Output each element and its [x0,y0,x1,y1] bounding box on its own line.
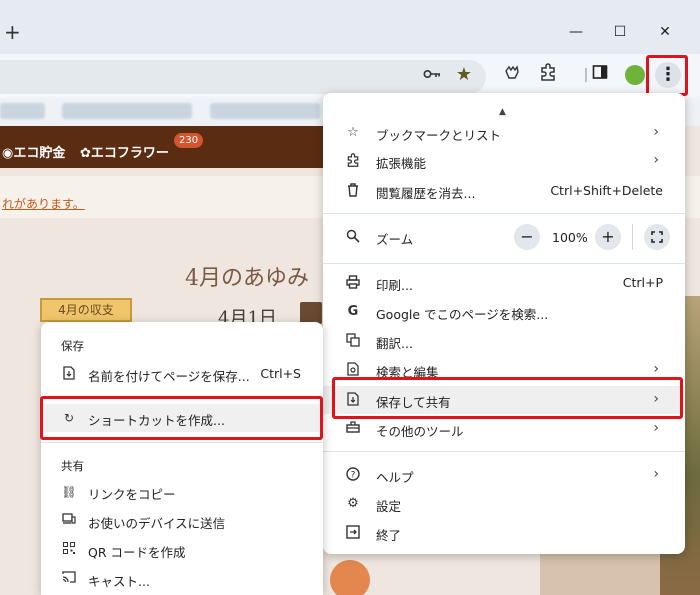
cast-icon [61,571,77,587]
notice-link[interactable]: れがあります。 [2,195,85,212]
menu-item-more-tools[interactable]: その他のツール › [323,415,685,443]
maximize-button[interactable]: ☐ [610,22,630,42]
calendar-icon[interactable] [300,302,322,324]
title-bar [0,0,700,54]
share-section-header: 共有 [61,459,84,473]
decor-flower [330,560,370,595]
save-section-header: 保存 [61,339,84,353]
zoom-divider [632,224,633,250]
submenu-divider [41,442,323,443]
search-document-icon [345,362,361,378]
extensions-icon[interactable] [536,63,560,87]
qr-code-icon [61,542,77,558]
help-icon: ? [345,467,361,483]
chevron-right-icon: › [653,420,659,436]
side-panel-icon[interactable] [588,63,612,87]
star-icon[interactable]: ★ [452,63,476,87]
gear-icon: ⚙ [347,496,359,511]
printer-icon [345,275,361,291]
menu-item-search-edit[interactable]: 検索と編集 › [323,356,685,384]
key-icon[interactable] [420,63,444,87]
flower-icon: ✿ [80,146,91,161]
menu-item-exit[interactable]: 終了 [323,519,685,547]
extensions-icon [345,153,361,169]
reading-mode-icon[interactable] [500,63,524,87]
bookmark-item[interactable] [62,103,192,119]
submenu-item-qr-code[interactable]: QR コードを作成 [41,536,323,564]
menu-item-settings[interactable]: ⚙ 設定 [323,490,685,518]
save-share-icon [345,392,361,408]
link-icon: ⛓ [61,485,77,499]
google-icon: G [347,304,359,319]
chevron-right-icon: › [653,466,659,482]
menu-item-bookmarks[interactable]: ☆ ブックマークとリスト › [323,119,685,147]
profile-avatar[interactable] [625,65,645,85]
save-page-icon [61,366,77,382]
devices-icon [61,513,77,529]
eco-flower-badge: 230 [174,133,204,148]
menu-item-help[interactable]: ? ヘルプ › [323,461,685,489]
balance-tag[interactable]: 4月の収支 [40,298,132,322]
menu-divider [323,213,685,214]
submenu-item-create-shortcut[interactable]: ↻ ショートカットを作成... [41,404,323,432]
svg-text:?: ? [351,471,356,481]
save-share-submenu: 保存 名前を付けてページを保存... Ctrl+S ↻ ショートカットを作成..… [41,322,323,595]
fullscreen-button[interactable] [644,224,670,250]
scroll-up-caret-icon[interactable]: ▲ [499,107,506,117]
chrome-menu: ▲ ☆ ブックマークとリスト › 拡張機能 › 閲覧履歴を消去... Ctrl+… [323,93,685,554]
submenu-item-save-page[interactable]: 名前を付けてページを保存... Ctrl+S [41,360,323,388]
bookmark-item[interactable] [0,103,45,119]
menu-item-extensions[interactable]: 拡張機能 › [323,147,685,175]
exit-icon [345,525,361,541]
zoom-level: 100% [552,230,588,245]
menu-item-translate[interactable]: 翻訳... [323,327,685,355]
chevron-right-icon: › [653,124,659,140]
star-outline-icon: ☆ [347,125,359,140]
zoom-in-button[interactable]: + [595,224,621,250]
eco-flower-label[interactable]: ✿エコフラワー [80,142,169,161]
trash-icon [345,183,361,199]
chevron-right-icon: › [653,152,659,168]
menu-divider [323,451,685,452]
submenu-item-copy-link[interactable]: ⛓ リンクをコピー [41,478,323,506]
menu-item-save-share[interactable]: 保存して共有 › [323,386,685,414]
submenu-item-send-device[interactable]: お使いのデバイスに送信 [41,507,323,535]
eco-savings-label[interactable]: ◉エコ貯金 [2,142,65,161]
zoom-icon [345,229,361,245]
shortcut-icon: ↻ [63,411,75,425]
zoom-out-button[interactable]: − [514,224,540,250]
new-tab-button[interactable]: + [4,22,21,42]
menu-item-zoom: ズーム [323,223,685,251]
chevron-right-icon: › [653,361,659,377]
page-title: 4月のあゆみ [185,266,309,291]
toolbox-icon [345,421,361,437]
translate-icon [345,333,361,349]
leaf-icon: ◉ [2,146,14,161]
chevron-right-icon: › [653,391,659,407]
menu-item-google-search[interactable]: G Google でこのページを検索... [323,298,685,326]
address-bar[interactable] [0,60,486,94]
minimize-button[interactable]: — [566,22,586,42]
close-button[interactable]: ✕ [655,22,675,42]
chrome-menu-button[interactable]: ⋮ [655,62,681,88]
menu-item-print[interactable]: 印刷... Ctrl+P [323,269,685,297]
bookmark-item[interactable] [210,103,320,119]
menu-item-clear-history[interactable]: 閲覧履歴を消去... Ctrl+Shift+Delete [323,177,685,205]
menu-divider [323,263,685,264]
submenu-item-cast[interactable]: キャスト... [41,565,323,593]
